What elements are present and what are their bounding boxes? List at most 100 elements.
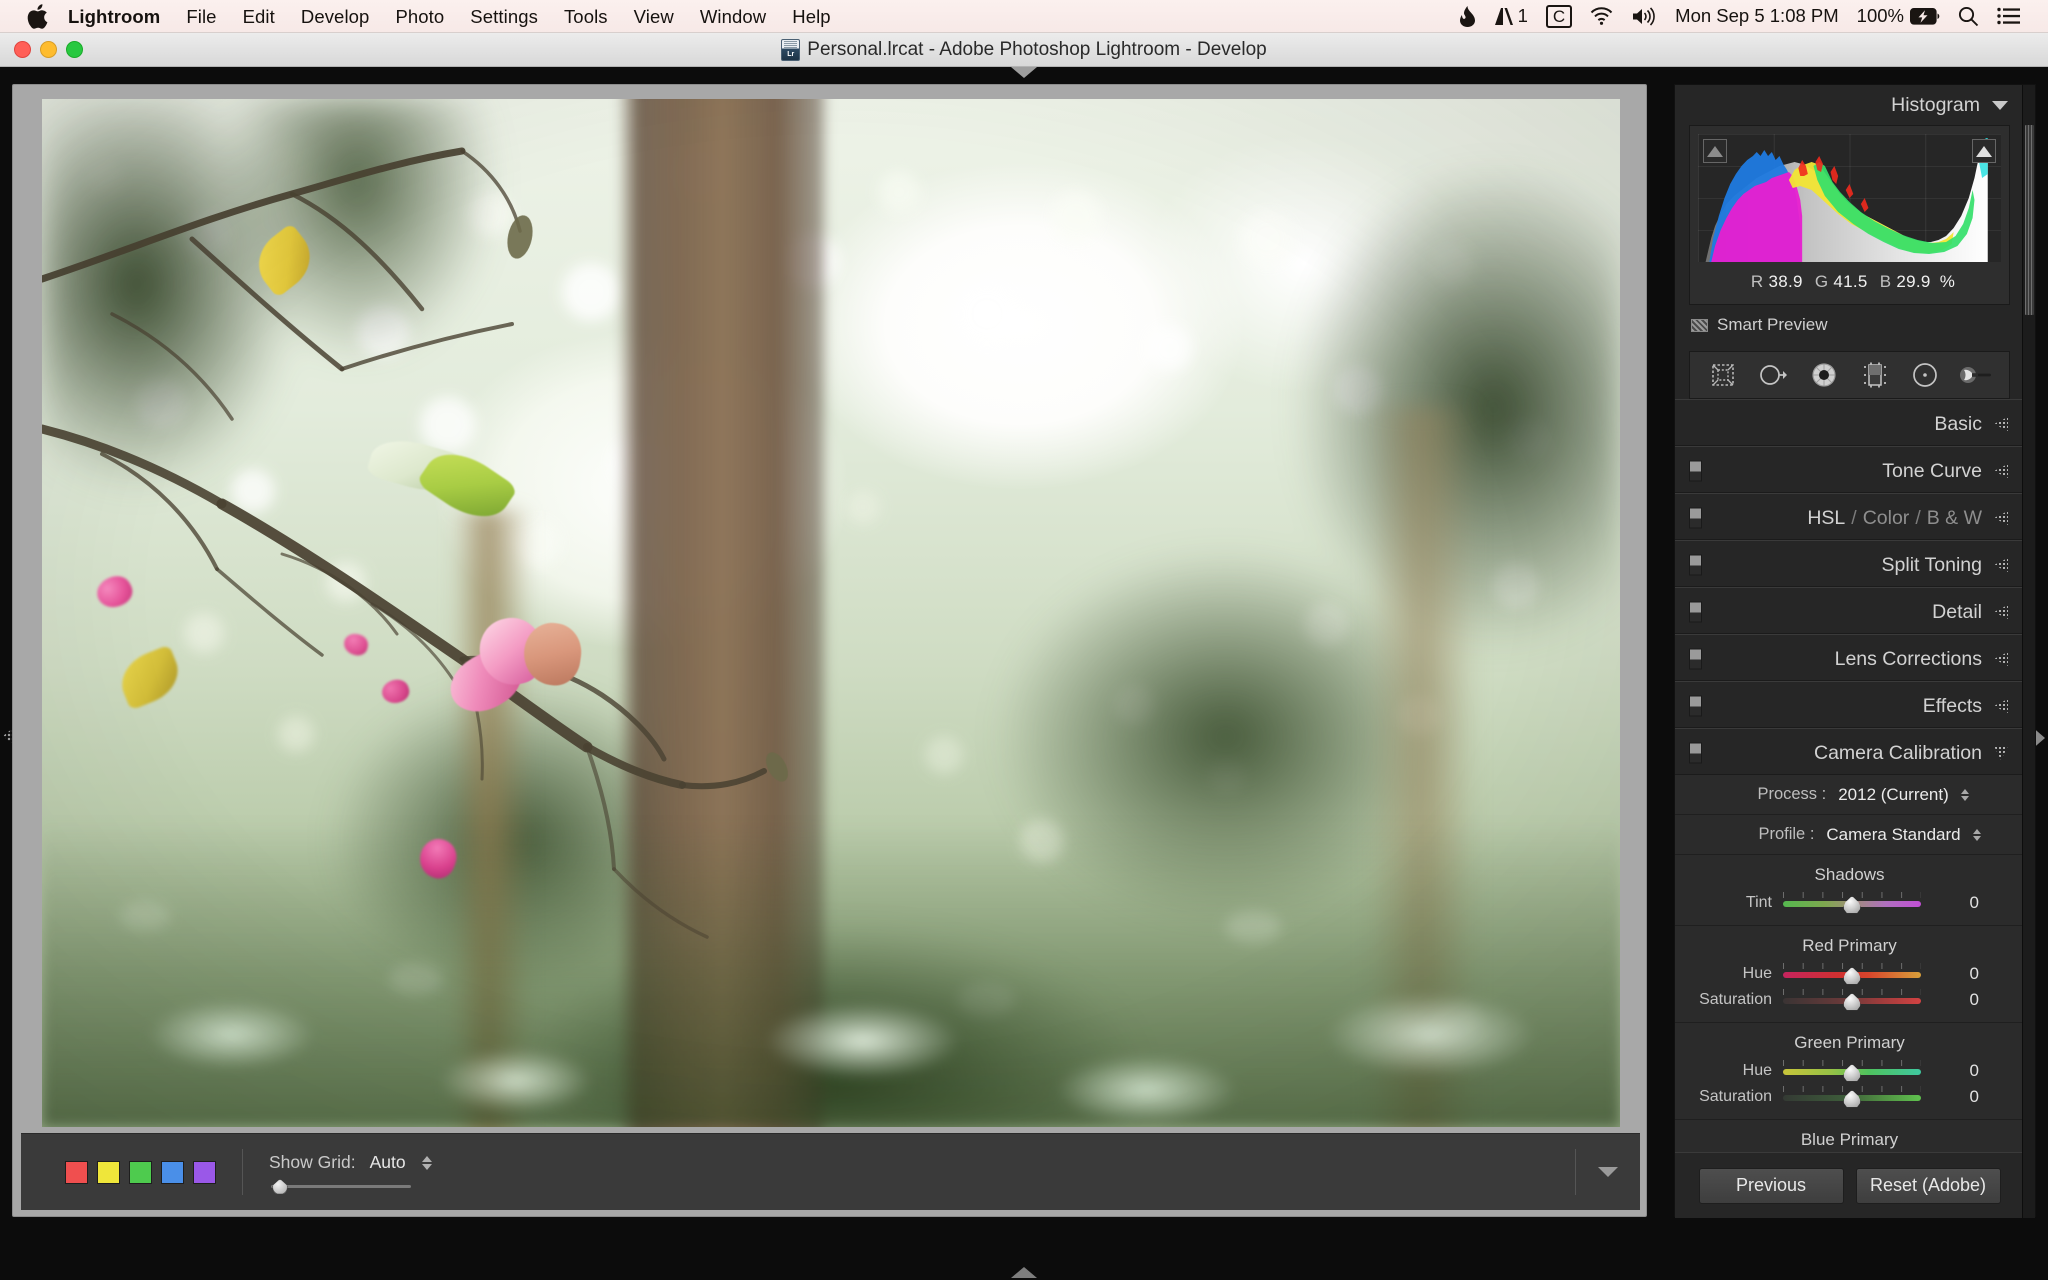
slider-value-red-hue[interactable]: 0: [1921, 964, 1979, 984]
menubar-datetime[interactable]: Mon Sep 5 1:08 PM: [1666, 5, 1848, 27]
adjustment-brush-icon[interactable]: [1959, 358, 1993, 392]
slider-row-shadows-tint[interactable]: Tint 0: [1675, 890, 2024, 916]
chevron-down-icon[interactable]: [1992, 100, 2008, 110]
slider-value-red-saturation[interactable]: 0: [1921, 990, 1979, 1010]
flame-icon[interactable]: [1451, 5, 1484, 27]
smart-preview-status[interactable]: Smart Preview: [1675, 305, 2024, 345]
histogram-header[interactable]: Histogram: [1675, 85, 2024, 125]
panel-switch-lens-corrections[interactable]: [1689, 648, 1702, 670]
menu-view[interactable]: View: [621, 0, 687, 33]
slider-row-green-hue[interactable]: Hue 0: [1675, 1058, 2024, 1084]
crop-overlay-icon[interactable]: [1706, 358, 1740, 392]
swatch-green[interactable]: [129, 1160, 152, 1184]
show-grid-value[interactable]: Auto: [370, 1152, 406, 1173]
highlight-clipping-indicator[interactable]: [1972, 139, 1996, 163]
slider-knob[interactable]: [1843, 896, 1861, 914]
slider-green-saturation[interactable]: [1783, 1086, 1921, 1108]
sidebar-item-effects[interactable]: Effects: [1675, 685, 2024, 728]
process-stepper-icon[interactable]: [1960, 788, 1969, 801]
process-version-row[interactable]: Process : 2012 (Current): [1675, 775, 2024, 815]
slider-row-red-hue[interactable]: Hue 0: [1675, 961, 2024, 987]
chevron-left-icon[interactable]: [1994, 511, 2008, 525]
menu-help[interactable]: Help: [779, 0, 843, 33]
sidebar-item-split-toning[interactable]: Split Toning: [1675, 544, 2024, 587]
sidebar-item-basic[interactable]: Basic: [1675, 403, 2024, 446]
profile-value[interactable]: Camera Standard: [1826, 825, 1960, 845]
chevron-left-icon[interactable]: [1994, 699, 2008, 713]
grid-size-slider[interactable]: [271, 1179, 411, 1194]
profile-stepper-icon[interactable]: [1972, 828, 1981, 841]
radial-filter-icon[interactable]: [1908, 358, 1942, 392]
right-panel-scrollbar[interactable]: [2022, 85, 2035, 1218]
process-value[interactable]: 2012 (Current): [1838, 785, 1949, 805]
slider-knob[interactable]: [1843, 1090, 1861, 1108]
sidebar-item-camera-calibration[interactable]: Camera Calibration: [1675, 732, 2024, 775]
wifi-icon[interactable]: [1581, 7, 1622, 25]
battery-charging-icon[interactable]: [1908, 7, 1949, 25]
menu-develop[interactable]: Develop: [288, 0, 383, 33]
menu-lightroom[interactable]: Lightroom: [64, 0, 173, 33]
app-badge-icon[interactable]: 1: [1484, 5, 1537, 27]
slider-row-green-saturation[interactable]: Saturation 0: [1675, 1084, 2024, 1110]
slider-red-hue[interactable]: [1783, 963, 1921, 985]
menu-photo[interactable]: Photo: [382, 0, 457, 33]
slider-value-green-hue[interactable]: 0: [1921, 1061, 1979, 1081]
slider-knob[interactable]: [1843, 1064, 1861, 1082]
menu-file[interactable]: File: [173, 0, 229, 33]
search-icon[interactable]: [1949, 6, 1988, 27]
show-grid-stepper-icon[interactable]: [421, 1155, 432, 1170]
menu-window[interactable]: Window: [687, 0, 779, 33]
slider-value-green-saturation[interactable]: 0: [1921, 1087, 1979, 1107]
panel-switch-split-toning[interactable]: [1689, 554, 1702, 576]
menu-tools[interactable]: Tools: [551, 0, 621, 33]
swatch-purple[interactable]: [193, 1160, 216, 1184]
chevron-left-icon[interactable]: [1994, 652, 2008, 666]
c-badge-icon[interactable]: C: [1537, 4, 1581, 28]
bottom-panel-toggle-arrow[interactable]: [1011, 1267, 1037, 1278]
red-eye-correction-icon[interactable]: [1807, 358, 1841, 392]
shadow-clipping-indicator[interactable]: [1703, 139, 1727, 163]
top-panel-toggle-arrow[interactable]: [1011, 67, 1037, 78]
swatch-yellow[interactable]: [97, 1160, 120, 1184]
panel-switch-tone-curve[interactable]: [1689, 460, 1702, 482]
panel-switch-camera-calibration[interactable]: [1689, 742, 1702, 764]
sidebar-item-hsl-color-bw[interactable]: HSL / Color / B & W: [1675, 497, 2024, 540]
slider-knob[interactable]: [1843, 993, 1861, 1011]
chevron-left-icon[interactable]: [1994, 605, 2008, 619]
graduated-filter-icon[interactable]: [1858, 358, 1892, 392]
reset-button[interactable]: Reset (Adobe): [1855, 1167, 2001, 1204]
chevron-left-icon[interactable]: [1994, 417, 2008, 431]
photo-stage[interactable]: [21, 93, 1640, 1133]
sidebar-item-tone-curve[interactable]: Tone Curve: [1675, 450, 2024, 493]
slider-shadows-tint[interactable]: [1783, 892, 1921, 914]
sidebar-item-lens-corrections[interactable]: Lens Corrections: [1675, 638, 2024, 681]
slider-red-saturation[interactable]: [1783, 989, 1921, 1011]
chevron-down-icon[interactable]: [1994, 746, 2008, 760]
panel-switch-detail[interactable]: [1689, 601, 1702, 623]
histogram-canvas[interactable]: [1698, 134, 2001, 262]
develop-photo-preview[interactable]: [41, 99, 1620, 1127]
swatch-red[interactable]: [65, 1160, 88, 1184]
panel-label-hsl[interactable]: HSL: [1807, 507, 1845, 529]
toolbar-dropdown-icon[interactable]: [1598, 1167, 1618, 1177]
swatch-blue[interactable]: [161, 1160, 184, 1184]
sidebar-item-detail[interactable]: Detail: [1675, 591, 2024, 634]
volume-icon[interactable]: [1622, 6, 1666, 26]
slider-row-red-saturation[interactable]: Saturation 0: [1675, 987, 2024, 1013]
scrollbar-thumb[interactable]: [2025, 125, 2034, 315]
slider-value-shadows-tint[interactable]: 0: [1921, 893, 1979, 913]
menu-settings[interactable]: Settings: [457, 0, 551, 33]
profile-row[interactable]: Profile : Camera Standard: [1675, 815, 2024, 855]
menu-edit[interactable]: Edit: [230, 0, 288, 33]
chevron-left-icon[interactable]: [1994, 464, 2008, 478]
previous-button[interactable]: Previous: [1698, 1167, 1844, 1204]
panel-switch-hsl[interactable]: [1689, 507, 1702, 529]
apple-logo-icon[interactable]: [26, 4, 48, 29]
panel-label-color[interactable]: Color: [1863, 507, 1910, 529]
panel-switch-effects[interactable]: [1689, 695, 1702, 717]
chevron-left-icon[interactable]: [1994, 558, 2008, 572]
slider-knob[interactable]: [1843, 967, 1861, 985]
histogram-panel[interactable]: R 38.9 G 41.5 B 29.9 %: [1689, 125, 2010, 305]
spot-removal-icon[interactable]: [1757, 358, 1791, 392]
list-menu-icon[interactable]: [1988, 7, 2030, 25]
